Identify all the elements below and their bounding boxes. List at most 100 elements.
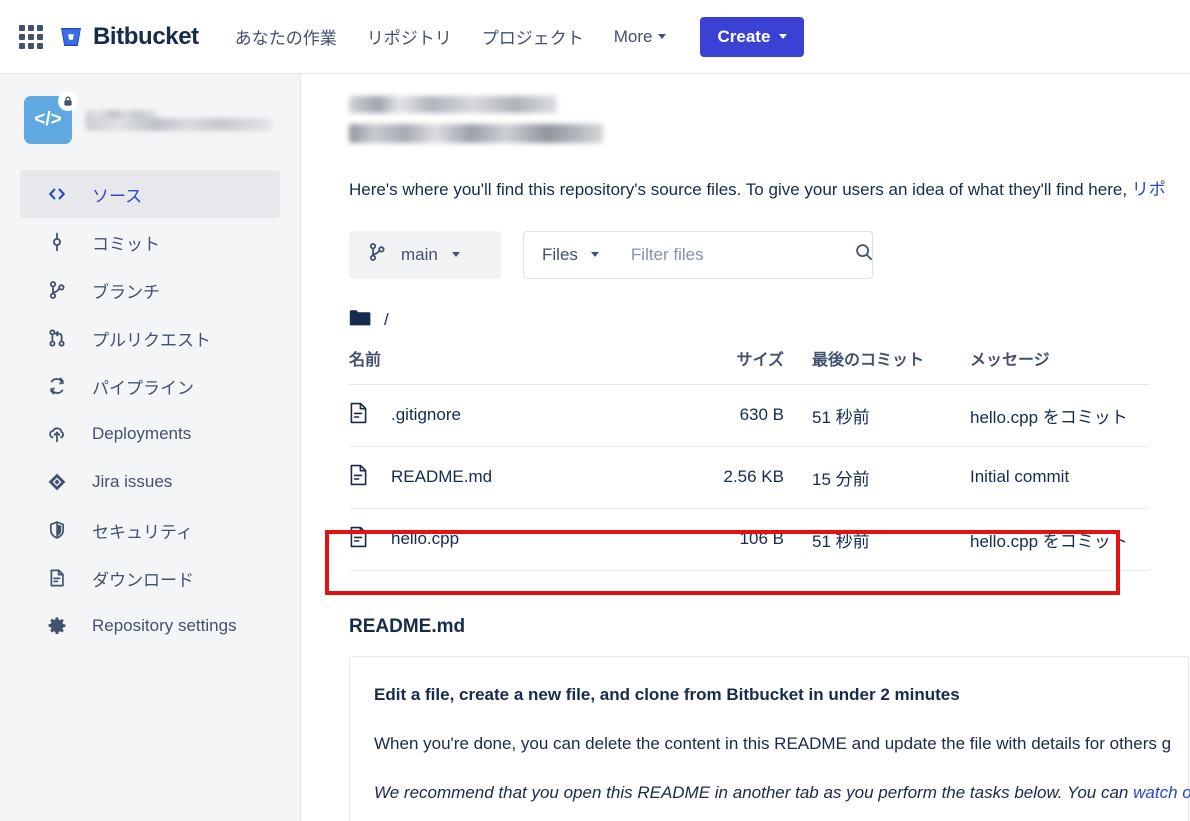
branch-icon: [367, 242, 387, 267]
file-icon: [349, 402, 369, 429]
repository-sidebar: </> ソース コミット: [0, 74, 301, 821]
nav-link-your-work[interactable]: あなたの作業: [235, 24, 337, 49]
file-size: 630 B: [679, 384, 784, 446]
column-header-message[interactable]: メッセージ: [944, 346, 1149, 385]
file-commit-message[interactable]: hello.cpp をコミット: [944, 508, 1149, 570]
sidebar-item-security[interactable]: セキュリティ: [20, 506, 280, 554]
repository-settings-link[interactable]: リポ: [1132, 180, 1166, 199]
filter-files-input[interactable]: [629, 244, 854, 266]
file-name-link[interactable]: README.md: [391, 467, 492, 487]
file-filter-bar: Files: [523, 231, 873, 279]
file-last-commit: 51 秒前: [784, 384, 944, 446]
file-icon: [349, 526, 369, 553]
file-last-commit: 15 分前: [784, 446, 944, 508]
shield-icon: [46, 519, 68, 541]
repository-header[interactable]: </>: [0, 96, 300, 144]
file-icon: [349, 464, 369, 491]
readme-paragraph-2: We recommend that you open this README i…: [374, 780, 1164, 806]
download-file-icon: [46, 567, 68, 589]
files-dropdown-label: Files: [542, 245, 578, 265]
repository-avatar: </>: [24, 96, 72, 144]
nav-link-label: あなたの作業: [235, 24, 337, 49]
sidebar-item-label: セキュリティ: [92, 518, 193, 543]
page-title-redacted-line: [349, 124, 603, 143]
source-intro-text: Here's where you'll find this repository…: [349, 177, 1190, 203]
sidebar-item-deployments[interactable]: Deployments: [20, 410, 280, 458]
nav-link-more[interactable]: More: [614, 27, 667, 47]
branch-name-label: main: [401, 245, 438, 265]
top-navigation-bar: Bitbucket あなたの作業 リポジトリ プロジェクト More Creat…: [0, 0, 1190, 74]
file-name-link[interactable]: hello.cpp: [391, 529, 459, 549]
chevron-down-icon: [779, 34, 787, 39]
nav-link-repositories[interactable]: リポジトリ: [367, 24, 452, 49]
main-content-area: Here's where you'll find this repository…: [301, 74, 1190, 821]
file-commit-message[interactable]: Initial commit: [944, 446, 1149, 508]
chevron-down-icon: [591, 252, 599, 257]
readme-section-title: README.md: [349, 616, 1190, 638]
deployments-cloud-icon: [46, 423, 68, 445]
lock-icon: [58, 91, 78, 111]
sidebar-item-label: Deployments: [92, 424, 191, 444]
column-header-size[interactable]: サイズ: [679, 346, 784, 385]
primary-nav-links: あなたの作業 リポジトリ プロジェクト More: [235, 24, 667, 49]
nav-link-label: リポジトリ: [367, 24, 452, 49]
sidebar-item-label: Jira issues: [92, 472, 172, 492]
sidebar-item-jira-issues[interactable]: Jira issues: [20, 458, 280, 506]
sidebar-item-label: ソース: [92, 182, 142, 207]
bitbucket-brand-link[interactable]: Bitbucket: [58, 23, 199, 51]
commit-icon: [46, 231, 68, 253]
files-type-dropdown[interactable]: Files: [542, 245, 615, 265]
file-commit-message[interactable]: hello.cpp をコミット: [944, 384, 1149, 446]
sidebar-item-label: ブランチ: [92, 278, 160, 303]
create-button[interactable]: Create: [700, 17, 804, 57]
file-size: 2.56 KB: [679, 446, 784, 508]
sidebar-item-pipelines[interactable]: パイプライン: [20, 362, 280, 410]
folder-icon: [349, 309, 371, 332]
readme-paragraph-2-text: We recommend that you open this README i…: [374, 783, 1133, 802]
sidebar-item-repository-settings[interactable]: Repository settings: [20, 602, 280, 650]
source-file-table: 名前 サイズ 最後のコミット メッセージ: [349, 346, 1149, 571]
create-button-label: Create: [717, 27, 770, 47]
branch-selector[interactable]: main: [349, 231, 501, 279]
table-row[interactable]: .gitignore 630 B 51 秒前 hello.cpp をコミット: [349, 384, 1149, 446]
sidebar-item-label: Repository settings: [92, 616, 237, 636]
table-row[interactable]: README.md 2.56 KB 15 分前 Initial commit: [349, 446, 1149, 508]
branch-icon: [46, 279, 68, 301]
readme-preview-card: Edit a file, create a new file, and clon…: [349, 656, 1189, 821]
gear-icon: [46, 615, 68, 637]
column-header-last-commit[interactable]: 最後のコミット: [784, 346, 944, 385]
nav-link-label: More: [614, 27, 653, 47]
repository-name-redacted: [86, 110, 272, 131]
pull-request-icon: [46, 327, 68, 349]
sidebar-item-label: コミット: [92, 230, 160, 255]
brand-name-label: Bitbucket: [93, 23, 199, 51]
sidebar-item-downloads[interactable]: ダウンロード: [20, 554, 280, 602]
chevron-down-icon: [658, 34, 666, 39]
nav-link-projects[interactable]: プロジェクト: [482, 24, 584, 49]
table-row[interactable]: hello.cpp 106 B 51 秒前 hello.cpp をコミット: [349, 508, 1149, 570]
breadcrumb-root-path[interactable]: /: [384, 310, 389, 330]
source-intro-label: Here's where you'll find this repository…: [349, 180, 1132, 199]
sidebar-item-pull-requests[interactable]: プルリクエスト: [20, 314, 280, 362]
breadcrumb-redacted-line: [349, 96, 557, 113]
sidebar-item-source[interactable]: ソース: [20, 170, 280, 218]
pipeline-icon: [46, 375, 68, 397]
column-header-name[interactable]: 名前: [349, 346, 679, 385]
sidebar-item-label: パイプライン: [92, 374, 194, 399]
grid-apps-icon[interactable]: [18, 24, 44, 50]
file-name-link[interactable]: .gitignore: [391, 405, 461, 425]
chevron-down-icon: [452, 252, 460, 257]
sidebar-item-branches[interactable]: ブランチ: [20, 266, 280, 314]
file-last-commit: 51 秒前: [784, 508, 944, 570]
file-size: 106 B: [679, 508, 784, 570]
code-brackets-icon: [46, 183, 68, 205]
source-toolbar: main Files: [349, 231, 1190, 279]
nav-link-label: プロジェクト: [482, 24, 584, 49]
bitbucket-logo-icon: [58, 24, 84, 50]
jira-diamond-icon: [46, 471, 68, 493]
search-icon[interactable]: [854, 242, 874, 267]
repo-avatar-glyph: </>: [34, 109, 61, 131]
readme-heading: Edit a file, create a new file, and clon…: [374, 685, 1164, 705]
readme-watch-link[interactable]: watch ou: [1133, 783, 1190, 802]
sidebar-item-commits[interactable]: コミット: [20, 218, 280, 266]
